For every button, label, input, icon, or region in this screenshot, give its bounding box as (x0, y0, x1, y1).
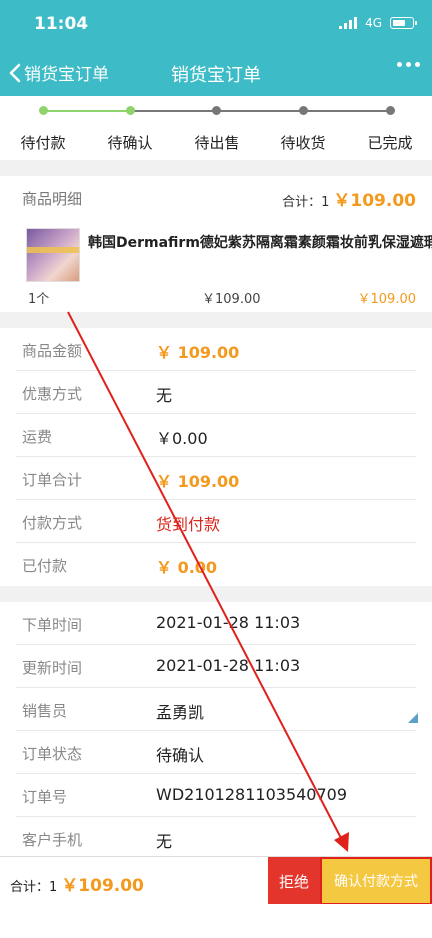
step-dot-2 (126, 106, 135, 115)
info-row-salesperson[interactable]: 销售员 孟勇凯 (0, 688, 432, 731)
battery-icon (390, 17, 417, 29)
step-label-3: 待出售 (194, 134, 240, 152)
network-type: 4G (365, 16, 382, 30)
info-row-updated: 更新时间 2021-01-28 11:03 (0, 645, 432, 688)
step-dot-4 (299, 106, 308, 115)
product-line-total: ￥109.00 (357, 292, 417, 307)
page-title: 销货宝订单 (171, 65, 261, 86)
progress-track-done (43, 110, 130, 112)
dropdown-corner-icon (408, 713, 418, 723)
row-label: 下单时间 (22, 616, 83, 634)
row-label: 订单状态 (22, 745, 83, 763)
more-menu-icon[interactable] (397, 62, 420, 67)
bottom-action-bar: 合计：1 ￥109.00 拒绝 确认付款方式 (0, 856, 432, 905)
section-divider (0, 160, 432, 176)
goods-total-price: ￥109.00 (333, 191, 416, 211)
row-label: 付款方式 (22, 514, 83, 532)
row-label: 客户手机 (22, 831, 83, 849)
status-time: 11:04 (34, 14, 89, 34)
row-label: 订单合计 (22, 471, 83, 489)
row-label: 运费 (22, 428, 53, 446)
product-unit-price: ￥109.00 (202, 292, 261, 307)
step-label-5: 已完成 (367, 134, 413, 152)
product-qty: 1个 (28, 292, 50, 307)
row-value: 孟勇凯 (156, 703, 205, 722)
reject-button[interactable]: 拒绝 (268, 857, 320, 905)
row-value: ￥ 109.00 (156, 472, 240, 491)
row-value: 2021-01-28 11:03 (156, 613, 301, 632)
summary-row-order-total: 订单合计 ￥ 109.00 (0, 457, 432, 500)
row-label: 更新时间 (22, 659, 83, 677)
step-dot-1 (39, 106, 48, 115)
summary-row-goods-amount: 商品金额 ￥ 109.00 (0, 328, 432, 371)
step-dot-3 (212, 106, 221, 115)
order-info: 下单时间 2021-01-28 11:03 更新时间 2021-01-28 11… (0, 602, 432, 860)
info-row-created: 下单时间 2021-01-28 11:03 (0, 602, 432, 645)
row-label: 优惠方式 (22, 385, 83, 403)
row-label: 商品金额 (22, 342, 83, 360)
step-label-2: 待确认 (107, 134, 153, 152)
summary-row-payment-method: 付款方式 货到付款 (0, 500, 432, 543)
row-label: 订单号 (22, 788, 68, 806)
home-indicator-area (0, 904, 432, 938)
row-value: 货到付款 (156, 515, 221, 534)
goods-detail-card: 商品明细 合计：1 ￥109.00 韩国Dermafirm德妃紫苏隔离霜素颜霜妆… (0, 176, 432, 312)
info-row-phone: 客户手机 无 (0, 817, 432, 860)
section-divider (0, 312, 432, 328)
row-value: ￥0.00 (156, 429, 208, 448)
row-value: WD210128110354070​9 (156, 785, 348, 804)
step-label-4: 待收货 (280, 134, 326, 152)
goods-total-count: 合计：1 (282, 195, 330, 210)
bottom-total: 合计：1 ￥109.00 (10, 871, 144, 896)
signal-icon (339, 17, 358, 29)
bottom-total-count: 合计：1 (10, 880, 58, 895)
section-divider (0, 586, 432, 602)
goods-header: 商品明细 (22, 190, 83, 208)
row-label: 销售员 (22, 702, 68, 720)
summary-row-shipping: 运费 ￥0.00 (0, 414, 432, 457)
bottom-total-price: ￥109.00 (61, 876, 144, 896)
row-value: 无 (156, 386, 173, 405)
status-bar: 11:04 4G (0, 0, 432, 50)
row-value: 2021-01-28 11:03 (156, 656, 301, 675)
row-value: 无 (156, 832, 173, 851)
confirm-payment-method-button[interactable]: 确认付款方式 (320, 857, 432, 905)
goods-total: 合计：1 ￥109.00 (282, 186, 416, 211)
product-name[interactable]: 韩国Dermafirm德妃紫苏隔离霜素颜霜妆前乳保湿遮瑕 (88, 232, 432, 252)
row-label: 已付款 (22, 557, 68, 575)
row-value: ￥ 0.00 (156, 558, 218, 577)
row-value: ￥ 109.00 (156, 343, 240, 362)
info-row-order-no: 订单号 WD210128110354070​9 (0, 774, 432, 817)
progress-track-todo (130, 110, 390, 112)
summary-row-paid: 已付款 ￥ 0.00 (0, 543, 432, 586)
row-value: 待确认 (156, 746, 205, 765)
status-icons: 4G (339, 16, 417, 30)
nav-bar: 销货宝订单 销货宝订单 (0, 50, 432, 96)
product-thumbnail[interactable] (26, 228, 80, 282)
step-label-1: 待付款 (20, 134, 66, 152)
info-row-status: 订单状态 待确认 (0, 731, 432, 774)
order-progress: 待付款 待确认 待出售 待收货 已完成 (0, 96, 432, 160)
payment-summary: 商品金额 ￥ 109.00 优惠方式 无 运费 ￥0.00 订单合计 ￥ 109… (0, 328, 432, 586)
summary-row-discount: 优惠方式 无 (0, 371, 432, 414)
step-dot-5 (386, 106, 395, 115)
